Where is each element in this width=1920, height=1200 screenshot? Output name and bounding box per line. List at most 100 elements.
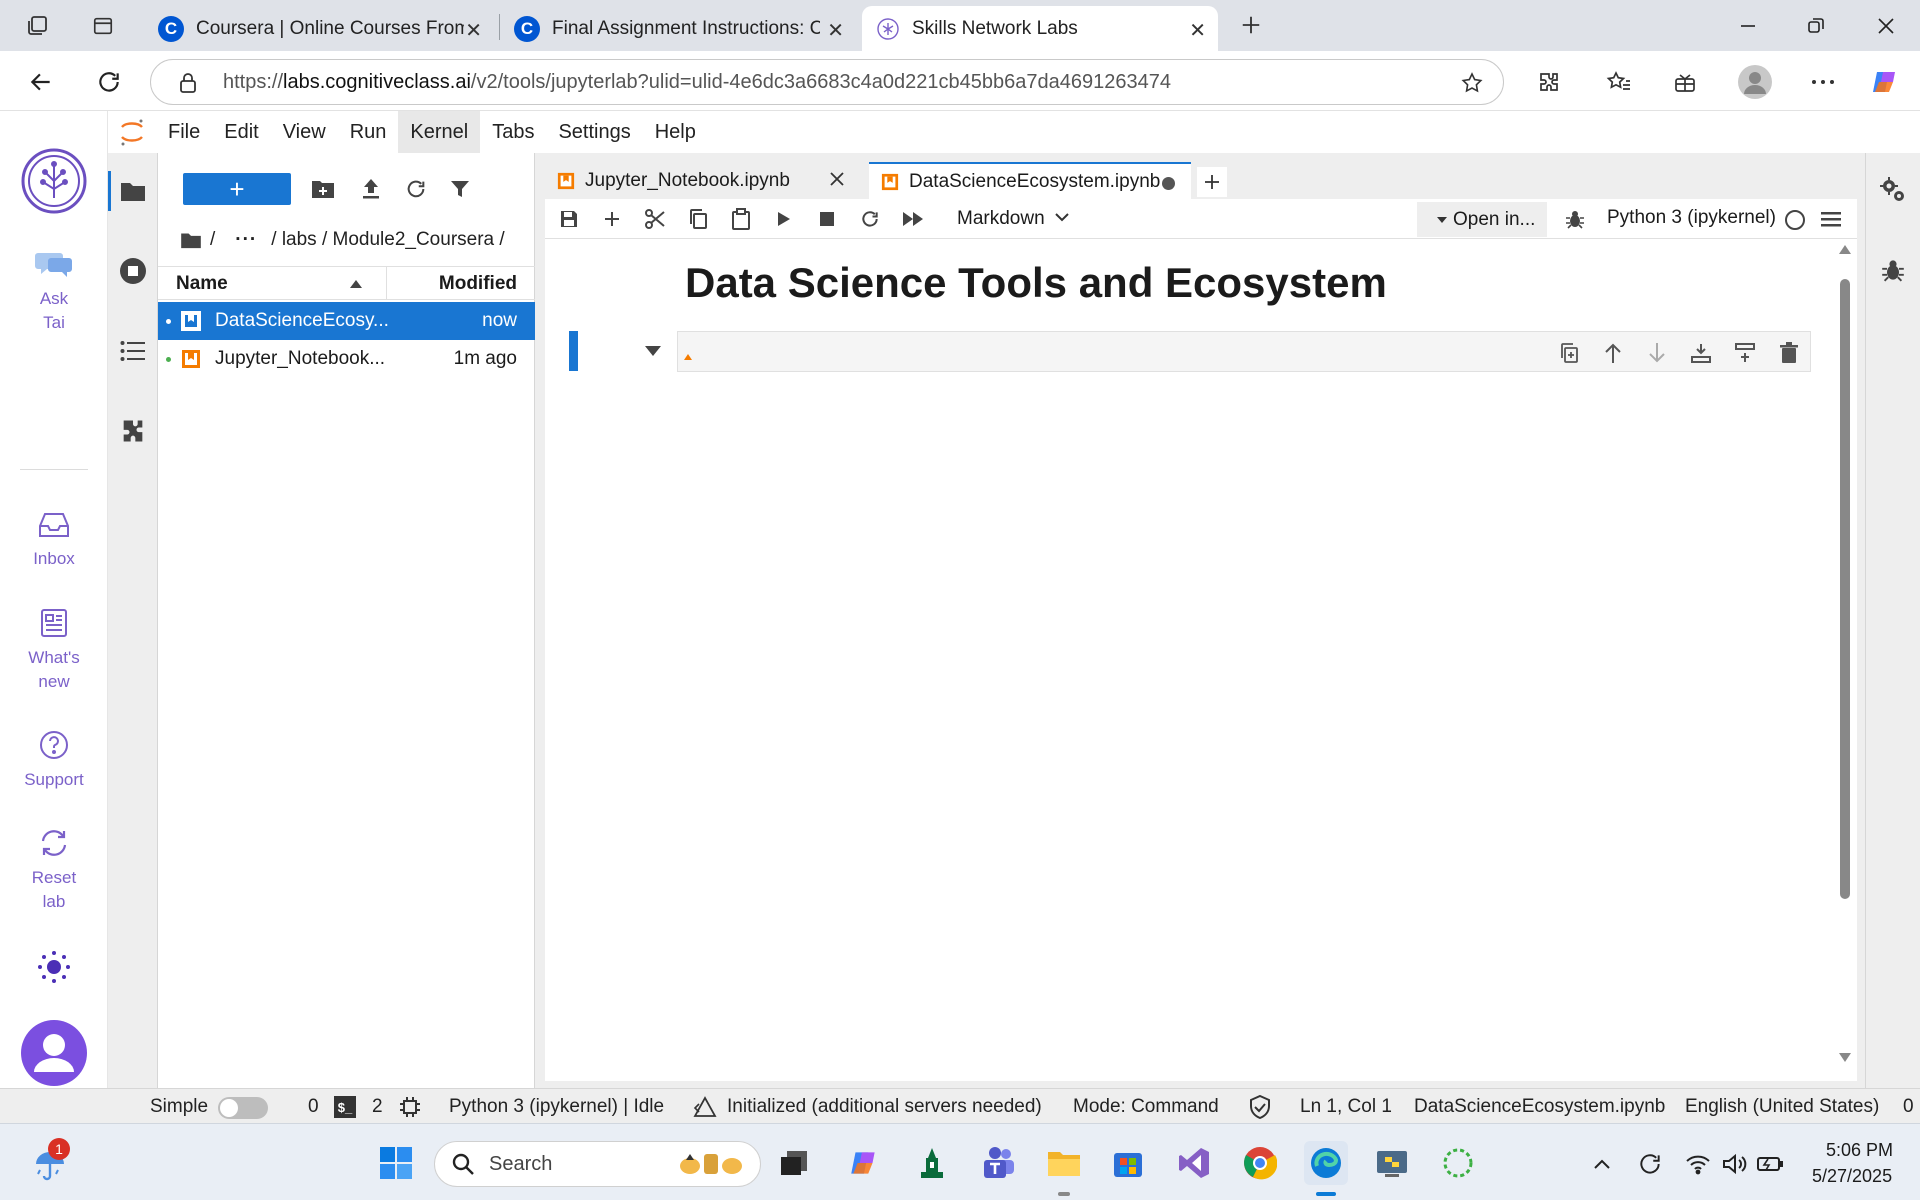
copilot-taskbar-icon[interactable]: [842, 1141, 886, 1185]
menu-view[interactable]: View: [271, 111, 338, 153]
close-tab-icon[interactable]: [829, 171, 845, 187]
browser-tab-coursera[interactable]: C Coursera | Online Courses From To ✕: [144, 6, 494, 51]
add-tab-icon[interactable]: [1197, 167, 1227, 197]
sync-icon[interactable]: [1634, 1148, 1666, 1180]
profile-avatar-icon[interactable]: [1736, 63, 1774, 101]
refresh-files-icon[interactable]: [399, 173, 433, 205]
sort-ascending-icon[interactable]: [348, 277, 364, 291]
move-down-icon[interactable]: [1644, 340, 1670, 366]
debugger-bug-icon[interactable]: [1876, 253, 1910, 287]
close-tab-icon[interactable]: ✕: [1189, 18, 1206, 43]
simple-mode-toggle[interactable]: [218, 1097, 268, 1119]
sidebar-item-support[interactable]: Support: [0, 727, 108, 792]
upload-icon[interactable]: [354, 173, 388, 205]
collapse-cell-icon[interactable]: [643, 343, 663, 359]
minimize-icon[interactable]: [1728, 12, 1768, 40]
terminal-icon[interactable]: $_: [334, 1096, 356, 1118]
restart-kernel-icon[interactable]: [854, 203, 886, 235]
extensions-icon[interactable]: [1532, 65, 1566, 99]
sidebar-item-whats-new[interactable]: What's new: [0, 605, 108, 694]
cell-type-select[interactable]: Markdown: [947, 203, 1075, 235]
menu-file[interactable]: File: [156, 111, 212, 153]
scroll-down-arrow-icon[interactable]: [1839, 1053, 1851, 1062]
save-icon[interactable]: [553, 203, 585, 235]
chrome-icon[interactable]: [1238, 1141, 1282, 1185]
copy-icon[interactable]: [682, 203, 714, 235]
copilot-icon[interactable]: [1866, 63, 1904, 101]
favorite-star-icon[interactable]: [1459, 70, 1485, 96]
task-view-icon[interactable]: [772, 1141, 816, 1185]
column-header-modified[interactable]: Modified: [439, 273, 517, 295]
running-terminals-icon[interactable]: [108, 249, 158, 293]
close-tab-icon[interactable]: ✕: [465, 18, 482, 43]
scrollbar-thumb[interactable]: [1840, 279, 1850, 899]
tab-datascienceecosystem[interactable]: DataScienceEcosystem.ipynb: [869, 162, 1191, 199]
display-language[interactable]: English (United States): [1685, 1089, 1879, 1124]
collections-icon[interactable]: [1668, 65, 1702, 99]
restore-icon[interactable]: [1796, 12, 1836, 40]
scroll-up-arrow-icon[interactable]: [1839, 245, 1851, 254]
teams-icon[interactable]: [976, 1141, 1020, 1185]
debugger-bug-icon[interactable]: [1559, 203, 1591, 235]
menu-settings[interactable]: Settings: [546, 111, 642, 153]
column-header-name[interactable]: Name: [176, 273, 228, 295]
move-up-icon[interactable]: [1600, 340, 1626, 366]
menu-run[interactable]: Run: [338, 111, 399, 153]
python-app-icon[interactable]: [1370, 1141, 1414, 1185]
filter-icon[interactable]: [443, 173, 477, 205]
insert-above-icon[interactable]: [1688, 340, 1714, 366]
sidebar-item-ask-tai[interactable]: Ask Tai: [0, 247, 108, 335]
new-launcher-button[interactable]: +: [183, 173, 291, 205]
browser-tab-skills-network[interactable]: Skills Network Labs ✕: [862, 6, 1218, 51]
windows-start-icon[interactable]: [374, 1141, 418, 1185]
new-tab-icon[interactable]: [1236, 10, 1266, 40]
workspaces-icon[interactable]: [22, 12, 52, 40]
sidebar-item-reset-lab[interactable]: Reset lab: [0, 825, 108, 914]
open-in-button[interactable]: Open in...: [1417, 202, 1547, 237]
notification-count[interactable]: 0: [1903, 1089, 1914, 1124]
new-folder-icon[interactable]: [306, 173, 340, 205]
run-cell-icon[interactable]: [768, 203, 800, 235]
file-row-jupyter-notebook[interactable]: Jupyter_Notebook... 1m ago: [158, 340, 535, 378]
lsp-status[interactable]: Initialized (additional servers needed): [727, 1089, 1042, 1124]
close-window-icon[interactable]: [1866, 12, 1906, 40]
markdown-heading[interactable]: Data Science Tools and Ecosystem: [685, 259, 1387, 307]
menu-kernel[interactable]: Kernel: [398, 111, 481, 153]
insert-cell-icon[interactable]: [596, 203, 628, 235]
folder-icon[interactable]: [108, 169, 158, 213]
skills-network-logo-icon[interactable]: [20, 147, 88, 215]
back-icon[interactable]: [24, 65, 58, 99]
property-inspector-gears-icon[interactable]: [1876, 173, 1910, 207]
trusted-shield-icon[interactable]: [1248, 1095, 1272, 1119]
breadcrumb-root[interactable]: /: [210, 229, 215, 251]
menu-hamburger-icon[interactable]: [1815, 203, 1847, 235]
menu-tabs[interactable]: Tabs: [480, 111, 546, 153]
clock-time[interactable]: 5:06 PM: [1826, 1140, 1893, 1161]
favorites-icon[interactable]: [1602, 65, 1636, 99]
duplicate-cell-icon[interactable]: [1556, 340, 1582, 366]
lsp-status-icon[interactable]: [692, 1096, 718, 1118]
sidebar-item-inbox[interactable]: Inbox: [0, 507, 108, 571]
browser-tab-final-assignment[interactable]: C Final Assignment Instructions: Cre ✕: [500, 6, 856, 51]
battery-icon[interactable]: [1754, 1148, 1786, 1180]
menu-edit[interactable]: Edit: [212, 111, 270, 153]
more-options-icon[interactable]: [1806, 65, 1840, 99]
restart-run-all-icon[interactable]: [897, 203, 929, 235]
insert-below-icon[interactable]: [1732, 340, 1758, 366]
folder-icon[interactable]: [180, 231, 202, 249]
table-of-contents-icon[interactable]: [108, 329, 158, 373]
taskbar-search-box[interactable]: Search: [434, 1141, 761, 1187]
visual-studio-icon[interactable]: [1172, 1141, 1216, 1185]
theme-sun-icon[interactable]: [34, 947, 74, 987]
kernel-chip-icon[interactable]: [398, 1096, 422, 1118]
cursor-position[interactable]: Ln 1, Col 1: [1300, 1089, 1392, 1124]
kernel-status[interactable]: Python 3 (ipykernel) | Idle: [449, 1089, 664, 1124]
clock-date[interactable]: 5/27/2025: [1812, 1166, 1892, 1187]
tab-jupyter-notebook[interactable]: Jupyter_Notebook.ipynb: [545, 162, 861, 199]
terminal-count[interactable]: 0: [308, 1089, 319, 1124]
university-app-icon[interactable]: [910, 1141, 954, 1185]
close-tab-icon[interactable]: ✕: [827, 18, 844, 43]
breadcrumb-path[interactable]: / labs / Module2_Coursera /: [271, 229, 504, 251]
edge-icon[interactable]: [1304, 1141, 1348, 1185]
url-field[interactable]: https://labs.cognitiveclass.ai/v2/tools/…: [150, 59, 1504, 105]
